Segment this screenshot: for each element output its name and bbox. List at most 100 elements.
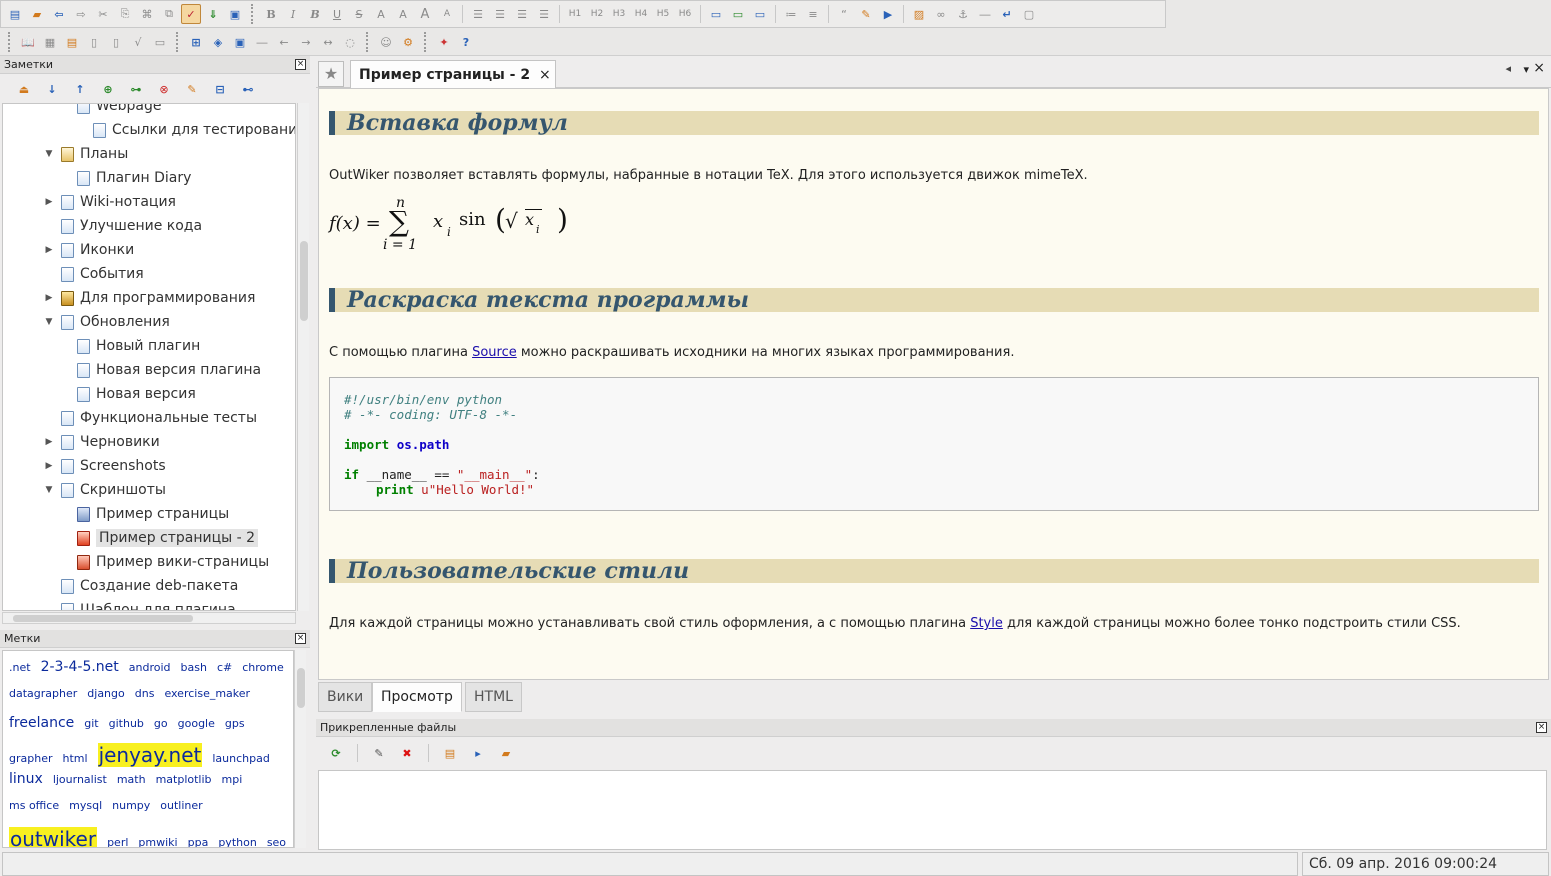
strike-icon[interactable]: S <box>349 4 369 24</box>
tag-link[interactable]: outwiker <box>9 827 98 847</box>
tag-link[interactable]: mpi <box>222 773 243 786</box>
tree-item[interactable]: ▶ Иконки <box>43 238 135 262</box>
h3-icon[interactable]: H3 <box>609 4 629 24</box>
tag-link[interactable]: 2-3-4-5.net <box>41 659 119 675</box>
line-icon[interactable]: ― <box>252 32 272 52</box>
tree-item[interactable]: Плагин Diary <box>59 166 191 190</box>
tree-item[interactable]: ▼ Скриншоты <box>43 478 166 502</box>
tree-item[interactable]: ▼ Обновления <box>43 310 170 334</box>
move-up-icon[interactable]: ↑ <box>70 79 90 99</box>
code-icon[interactable]: ▶ <box>878 4 898 24</box>
tag-link[interactable]: numpy <box>112 799 150 812</box>
table-icon[interactable]: ▦ <box>40 32 60 52</box>
close-icon[interactable]: × <box>1536 722 1547 733</box>
expand-arrow-icon[interactable]: ▶ <box>43 245 55 255</box>
marker-icon[interactable]: ✎ <box>856 4 876 24</box>
bold-icon[interactable]: B <box>261 4 281 24</box>
execute-icon[interactable]: ▸ <box>468 743 488 763</box>
subscript-icon[interactable]: A <box>371 4 391 24</box>
folder-icon[interactable]: ▭ <box>150 32 170 52</box>
tree-item[interactable]: Улучшение кода <box>43 214 202 238</box>
expand-arrow-icon[interactable]: ▶ <box>43 197 55 207</box>
toolbar-grip[interactable] <box>176 32 180 52</box>
tag-link[interactable]: pmwiki <box>138 836 177 847</box>
refresh-icon[interactable]: ⟳ <box>326 743 346 763</box>
page-icon[interactable]: ▯ <box>106 32 126 52</box>
tag-link[interactable]: seo <box>267 836 286 847</box>
align-right-icon[interactable]: ☰ <box>512 4 532 24</box>
move-up-level-icon[interactable]: ⏏ <box>14 79 34 99</box>
open-folder-icon[interactable]: ▰ <box>27 4 47 24</box>
document-icon[interactable]: ▯ <box>84 32 104 52</box>
tab-wiki[interactable]: Вики <box>318 682 373 712</box>
underline-icon[interactable]: U <box>327 4 347 24</box>
edit-page-icon[interactable]: ✎ <box>182 79 202 99</box>
scroll-thumb[interactable] <box>300 241 308 321</box>
expand-arrow-icon[interactable]: ▼ <box>43 485 55 495</box>
tag-link[interactable]: datagrapher <box>9 687 77 700</box>
cut-icon[interactable]: ✂ <box>93 4 113 24</box>
tree-item[interactable]: Пример вики-страницы <box>59 550 269 574</box>
tree-item[interactable]: ▼ Планы <box>43 142 129 166</box>
tag-link[interactable]: bash <box>181 661 207 674</box>
gear-icon[interactable]: ⚙ <box>398 32 418 52</box>
tag-link[interactable]: ljournalist <box>53 773 107 786</box>
tag-link[interactable]: chrome <box>242 661 284 674</box>
close-icon[interactable]: × <box>295 59 306 70</box>
toolbar-grip[interactable] <box>8 32 12 52</box>
tag-link[interactable]: python <box>218 836 256 847</box>
horizontal-line-icon[interactable]: ― <box>975 4 995 24</box>
html-build-icon[interactable]: ▣ <box>225 4 245 24</box>
line-break-icon[interactable]: ↵ <box>997 4 1017 24</box>
tag-link[interactable]: perl <box>107 836 128 847</box>
tag-link[interactable]: django <box>87 687 124 700</box>
tree-item[interactable]: Шаблон для плагина <box>43 598 236 610</box>
notes-tree-hscrollbar[interactable] <box>2 612 296 624</box>
tag-icon[interactable]: ◈ <box>208 32 228 52</box>
tag-link[interactable]: git <box>84 717 98 730</box>
calendar-icon[interactable]: ▤ <box>62 32 82 52</box>
nav-forward-icon[interactable]: → <box>296 32 316 52</box>
tag-link[interactable]: math <box>117 773 146 786</box>
align-center-icon[interactable]: ☰ <box>490 4 510 24</box>
anchor-icon[interactable]: ⚓ <box>953 4 973 24</box>
tag-link[interactable]: mysql <box>69 799 102 812</box>
tag-link[interactable]: freelance <box>9 715 74 731</box>
book-icon[interactable]: 📖 <box>18 32 38 52</box>
remove-page-icon[interactable]: ⊗ <box>154 79 174 99</box>
tag-link[interactable]: launchpad <box>212 752 269 765</box>
list-ordered-icon[interactable]: ≡ <box>803 4 823 24</box>
toolbar-grip[interactable] <box>424 32 428 52</box>
toolbar-grip[interactable] <box>366 32 370 52</box>
tab-preview[interactable]: Просмотр <box>372 682 462 712</box>
page-view[interactable]: Вставка формул OutWiker позволяет вставл… <box>318 88 1549 680</box>
tag-link[interactable]: grapher <box>9 752 53 765</box>
back-arrow-icon[interactable]: ⇦ <box>49 4 69 24</box>
spellcheck-icon[interactable]: ✓ <box>181 4 201 24</box>
add-child-icon[interactable]: ⊕ <box>98 79 118 99</box>
paste-link-icon[interactable]: ▤ <box>440 743 460 763</box>
delete-icon[interactable]: ✖ <box>397 743 417 763</box>
justify-icon[interactable]: ☰ <box>534 4 554 24</box>
bookmark-star-button[interactable]: ★ <box>318 61 344 87</box>
expand-arrow-icon[interactable]: ▶ <box>43 437 55 447</box>
tree-item[interactable]: Функциональные тесты <box>43 406 257 430</box>
new-page-icon[interactable]: ▤ <box>5 4 25 24</box>
thumbnail-icon[interactable]: ▨ <box>909 4 929 24</box>
tag-link[interactable]: ms office <box>9 799 59 812</box>
move-down-icon[interactable]: ↓ <box>42 79 62 99</box>
tab-scroll-left-icon[interactable]: ◂ <box>1505 62 1511 75</box>
tree-item[interactable]: Новый плагин <box>59 334 200 358</box>
source-plugin-link[interactable]: Source <box>472 345 517 360</box>
expand-arrow-icon[interactable]: ▶ <box>43 461 55 471</box>
help-icon[interactable]: ? <box>456 32 476 52</box>
link-icon[interactable]: ⧉ <box>159 4 179 24</box>
scroll-thumb[interactable] <box>297 668 305 708</box>
bold-italic-icon[interactable]: B <box>305 4 325 24</box>
add-sibling-icon[interactable]: ⊶ <box>126 79 146 99</box>
tree-item[interactable]: Создание deb-пакета <box>43 574 238 598</box>
tree-icon[interactable]: ⊞ <box>186 32 206 52</box>
font-size-down-icon[interactable]: A <box>437 4 457 24</box>
tag-link[interactable]: dns <box>135 687 155 700</box>
toolbar-grip[interactable] <box>251 4 255 24</box>
